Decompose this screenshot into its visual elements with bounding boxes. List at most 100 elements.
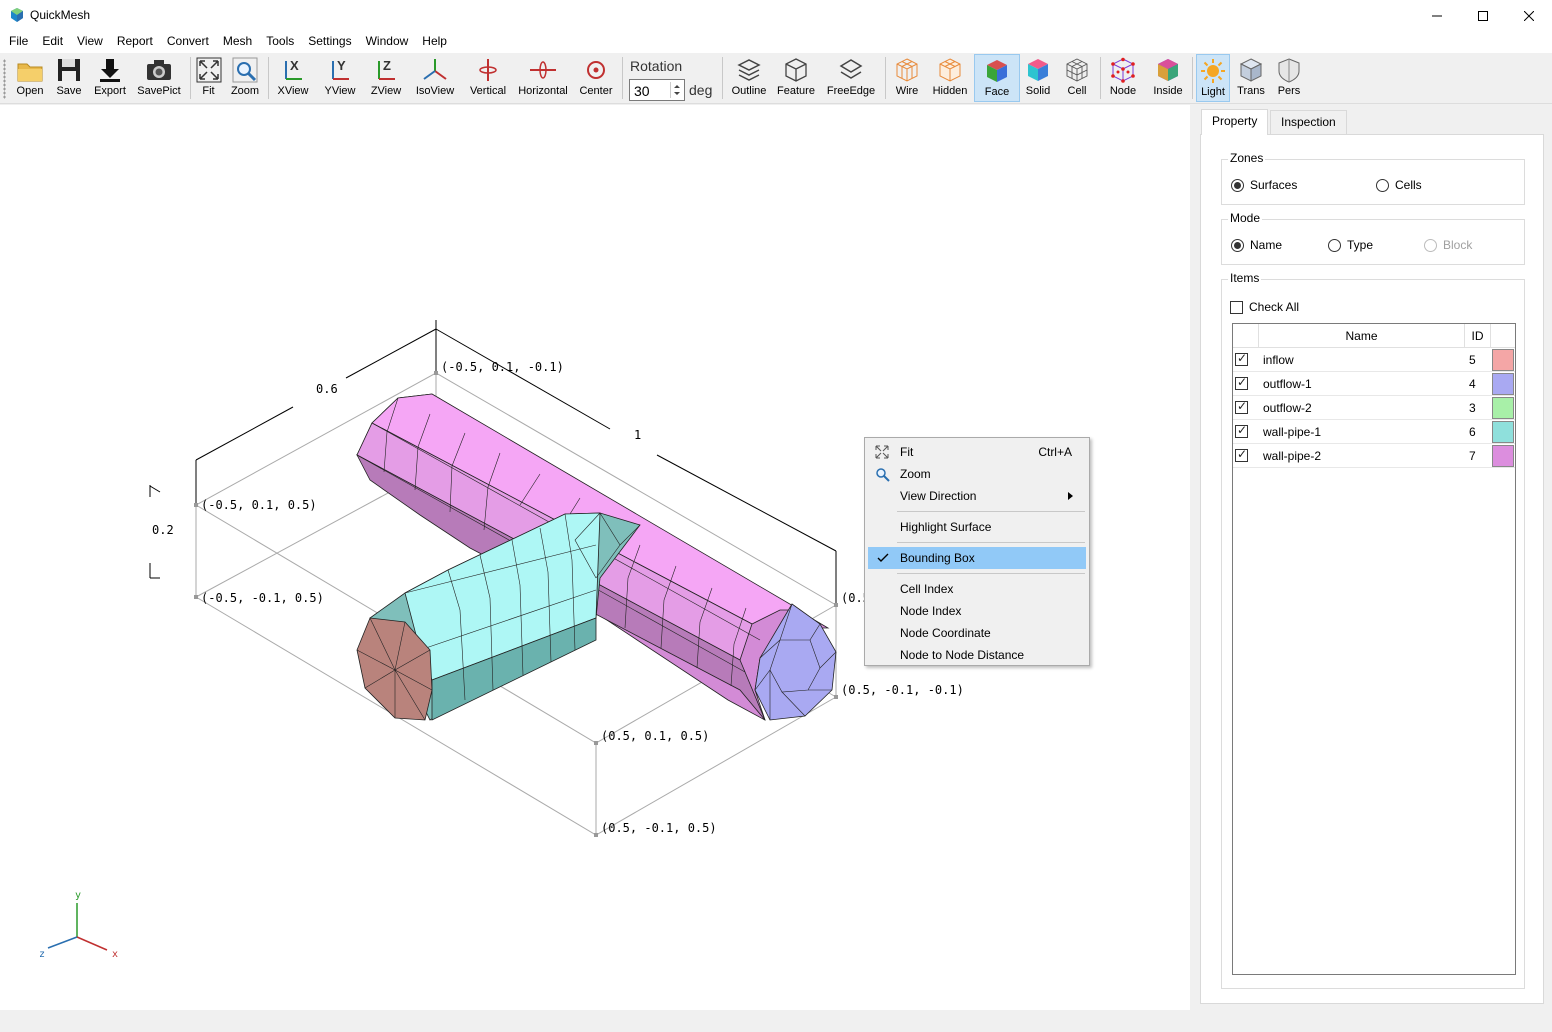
menu-help[interactable]: Help — [415, 31, 454, 53]
solid-button[interactable]: Solid — [1022, 54, 1054, 102]
camera-icon — [147, 60, 171, 80]
row-checkbox[interactable] — [1235, 423, 1248, 438]
color-swatch[interactable] — [1492, 349, 1514, 371]
light-button[interactable]: Light — [1196, 54, 1230, 102]
freeedge-button[interactable]: FreeEdge — [823, 54, 879, 102]
isoview-button[interactable]: IsoView — [412, 54, 458, 102]
mode-group: Mode Name Type Block — [1221, 211, 1525, 265]
tab-inspection[interactable]: Inspection — [1270, 110, 1347, 134]
ctx-node-coordinate[interactable]: Node Coordinate — [868, 622, 1086, 644]
ctx-highlight-surface[interactable]: Highlight Surface — [868, 516, 1086, 538]
tab-property[interactable]: Property — [1201, 109, 1269, 135]
trans-button[interactable]: Trans — [1234, 54, 1268, 102]
inside-button[interactable]: Inside — [1148, 54, 1188, 102]
wire-button[interactable]: Wire — [890, 54, 924, 102]
menu-settings[interactable]: Settings — [301, 31, 358, 53]
rotation-spinbox[interactable]: 30 — [629, 79, 685, 101]
menu-mesh[interactable]: Mesh — [216, 31, 259, 53]
toolbar-separator — [622, 57, 623, 99]
table-header-check — [1233, 324, 1259, 348]
horizontal-rotation-icon — [530, 61, 556, 79]
horizontal-rotate-button[interactable]: Horizontal — [515, 54, 571, 102]
vertical-rotation-icon — [479, 59, 497, 81]
table-header-id[interactable]: ID — [1465, 324, 1491, 348]
zones-cells-radio[interactable]: Cells — [1376, 178, 1422, 192]
minimize-icon — [1432, 15, 1442, 16]
zones-surfaces-radio[interactable]: Surfaces — [1231, 178, 1297, 192]
cell-button[interactable]: Cell — [1060, 54, 1094, 102]
center-button[interactable]: Center — [576, 54, 616, 102]
menu-report[interactable]: Report — [110, 31, 160, 53]
mode-block-radio: Block — [1424, 238, 1472, 252]
node-button[interactable]: Node — [1104, 54, 1142, 102]
rotation-unit: deg — [689, 82, 713, 98]
close-button[interactable] — [1506, 0, 1552, 31]
color-swatch[interactable] — [1492, 397, 1514, 419]
row-checkbox[interactable] — [1235, 399, 1248, 414]
zview-button[interactable]: Z ZView — [366, 54, 406, 102]
table-row[interactable]: wall-pipe-2 7 — [1233, 444, 1515, 468]
row-checkbox[interactable] — [1235, 351, 1248, 366]
dimension-width-label: 1 — [634, 428, 641, 442]
row-checkbox[interactable] — [1235, 447, 1248, 462]
ctx-node-index[interactable]: Node Index — [868, 600, 1086, 622]
zoom-button[interactable]: Zoom — [228, 54, 262, 102]
zones-title: Zones — [1228, 151, 1266, 165]
menu-edit[interactable]: Edit — [35, 31, 70, 53]
menu-file[interactable]: File — [2, 31, 35, 53]
color-swatch[interactable] — [1492, 421, 1514, 443]
menu-window[interactable]: Window — [359, 31, 416, 53]
table-row[interactable]: inflow 5 — [1233, 348, 1515, 372]
export-button[interactable]: Export — [89, 54, 131, 102]
yview-button[interactable]: Y YView — [320, 54, 360, 102]
ctx-cell-index[interactable]: Cell Index — [868, 578, 1086, 600]
toolbar-separator — [722, 57, 723, 99]
savepict-button[interactable]: SavePict — [133, 54, 185, 102]
ctx-view-direction[interactable]: View Direction — [868, 485, 1086, 507]
table-row[interactable]: outflow-1 4 — [1233, 372, 1515, 396]
color-swatch[interactable] — [1492, 445, 1514, 467]
mode-title: Mode — [1228, 211, 1263, 225]
ctx-bounding-box[interactable]: Bounding Box — [868, 547, 1086, 569]
row-checkbox[interactable] — [1235, 375, 1248, 390]
download-arrow-icon — [100, 59, 120, 82]
radio-indicator — [1231, 178, 1244, 192]
menu-convert[interactable]: Convert — [160, 31, 216, 53]
status-bar — [0, 1010, 1552, 1032]
menu-tools[interactable]: Tools — [259, 31, 301, 53]
items-table: Name ID inflow 5 outflow-1 4 out — [1232, 323, 1516, 975]
feature-button[interactable]: Feature — [774, 54, 818, 102]
toolbar-grip[interactable] — [3, 59, 6, 99]
hidden-button[interactable]: Hidden — [930, 54, 970, 102]
face-button[interactable]: Face — [974, 54, 1020, 102]
menu-bar: File Edit View Report Convert Mesh Tools… — [0, 31, 1552, 53]
table-row[interactable]: wall-pipe-1 6 — [1233, 420, 1515, 444]
menu-view[interactable]: View — [70, 31, 110, 53]
ctx-node-to-node-distance[interactable]: Node to Node Distance — [868, 644, 1086, 666]
xview-button[interactable]: X XView — [273, 54, 313, 102]
mode-type-radio[interactable]: Type — [1328, 238, 1373, 252]
table-row[interactable]: outflow-2 3 — [1233, 396, 1515, 420]
zones-group: Zones Surfaces Cells — [1221, 151, 1525, 205]
radio-indicator — [1231, 238, 1244, 252]
table-header-name[interactable]: Name — [1259, 324, 1465, 348]
mode-name-radio[interactable]: Name — [1231, 238, 1282, 252]
pers-button[interactable]: Pers — [1272, 54, 1306, 102]
vertical-rotate-button[interactable]: Vertical — [466, 54, 510, 102]
coord-label-p2: (-0.5, 0.1, 0.5) — [201, 498, 317, 512]
x-axis-view-icon: X — [285, 58, 302, 80]
minimize-button[interactable] — [1414, 0, 1460, 31]
toolbar-separator — [190, 57, 191, 99]
outline-button[interactable]: Outline — [728, 54, 770, 102]
fit-button[interactable]: Fit — [193, 54, 224, 102]
rotation-stepper[interactable] — [670, 82, 682, 98]
spin-arrows-icon — [674, 85, 680, 95]
ctx-zoom[interactable]: Zoom — [868, 463, 1086, 485]
coord-label-p4: (0.5, -0.1, -0.1) — [841, 683, 964, 697]
check-all-checkbox[interactable]: Check All — [1230, 300, 1299, 314]
ctx-fit[interactable]: Fit Ctrl+A — [868, 441, 1086, 463]
maximize-button[interactable] — [1460, 0, 1506, 31]
open-button[interactable]: Open — [11, 54, 49, 102]
save-button[interactable]: Save — [50, 54, 88, 102]
color-swatch[interactable] — [1492, 373, 1514, 395]
